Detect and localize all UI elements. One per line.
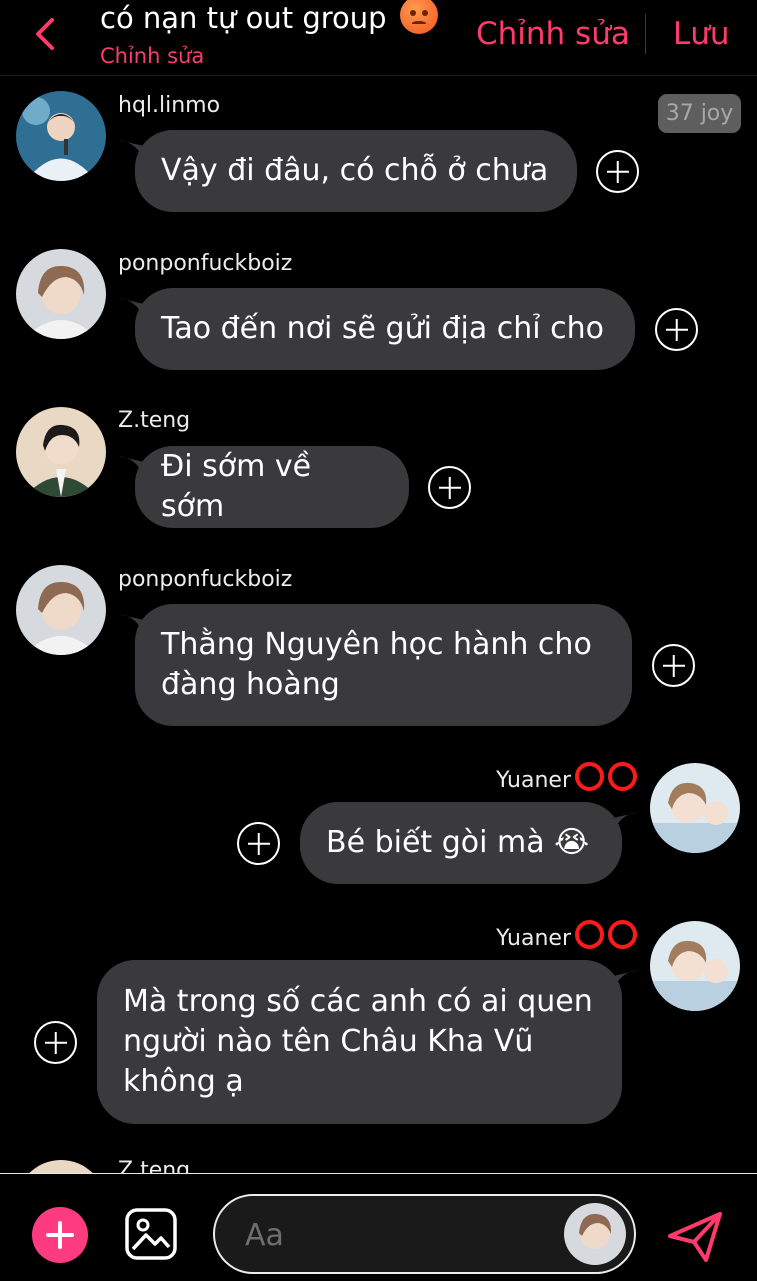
add-reaction-button[interactable] [596,150,639,193]
message-text: Tao đến nơi sẽ gửi địa chỉ cho [161,311,605,346]
send-icon[interactable] [666,1210,724,1264]
sender-name-row: Yuaner [496,920,637,955]
sender-name: hql.linmo [118,93,221,118]
message-bubble[interactable]: Vậy đi đâu, có chỗ ở chưa [135,130,577,212]
sender-name-row: Yuaner [496,762,637,797]
add-reaction-button[interactable] [652,644,695,687]
subtitle-edit-link[interactable]: Chỉnh sửa [100,44,204,68]
composer-bar [0,1173,757,1281]
message-text: Thằng Nguyên học hành cho đàng hoàng [161,627,592,702]
message-input[interactable] [245,1212,565,1258]
avatar[interactable] [650,763,740,853]
avatar[interactable] [16,565,106,655]
plus-icon[interactable] [32,1207,88,1263]
add-reaction-button[interactable] [655,308,698,351]
message-bubble[interactable]: Thằng Nguyên học hành cho đàng hoàng [135,604,632,726]
angry-face-emoji [399,0,438,34]
group-title-text: có nạn tự out group [100,1,387,35]
status-badge: 37 joy [658,94,741,133]
red-rings-emoji [571,762,637,797]
message-bubble[interactable]: Tao đến nơi sẽ gửi địa chỉ cho [135,288,635,370]
add-reaction-button[interactable] [237,822,280,865]
message-text: Vậy đi đâu, có chỗ ở chưa [161,153,549,188]
avatar[interactable] [16,249,106,339]
group-title: có nạn tự out group [100,0,438,35]
message-text: Đi sớm về sớm [161,449,312,524]
sender-name: Z.teng [118,408,191,433]
avatar [564,1203,626,1265]
sender-name: ponponfuckboiz [118,567,293,592]
sender-name: Yuaner [496,926,571,951]
message-bubble[interactable]: Bé biết gòi mà 😭 [300,802,622,884]
edit-button[interactable]: Chỉnh sửa [476,16,630,52]
chat-header: có nạn tự out group Chỉnh sửa Chỉnh sửa … [0,0,757,76]
add-reaction-button[interactable] [34,1021,77,1064]
avatar[interactable] [650,921,740,1011]
message-input-field[interactable] [213,1194,636,1274]
back-chevron-icon[interactable] [30,14,60,54]
header-divider [645,14,646,54]
message-text: Bé biết gòi mà 😭 [326,825,590,860]
sender-name: ponponfuckboiz [118,251,293,276]
sender-name: Yuaner [496,768,571,793]
message-bubble[interactable]: Mà trong số các anh có ai quen người nào… [97,960,622,1124]
avatar[interactable] [16,91,106,181]
message-bubble[interactable]: Đi sớm về sớm [135,446,409,528]
save-button[interactable]: Lưu [673,16,730,52]
add-reaction-button[interactable] [428,466,471,509]
red-rings-emoji [571,920,637,955]
avatar[interactable] [16,407,106,497]
image-icon[interactable] [124,1207,178,1261]
message-text: Mà trong số các anh có ai quen người nào… [123,984,593,1099]
